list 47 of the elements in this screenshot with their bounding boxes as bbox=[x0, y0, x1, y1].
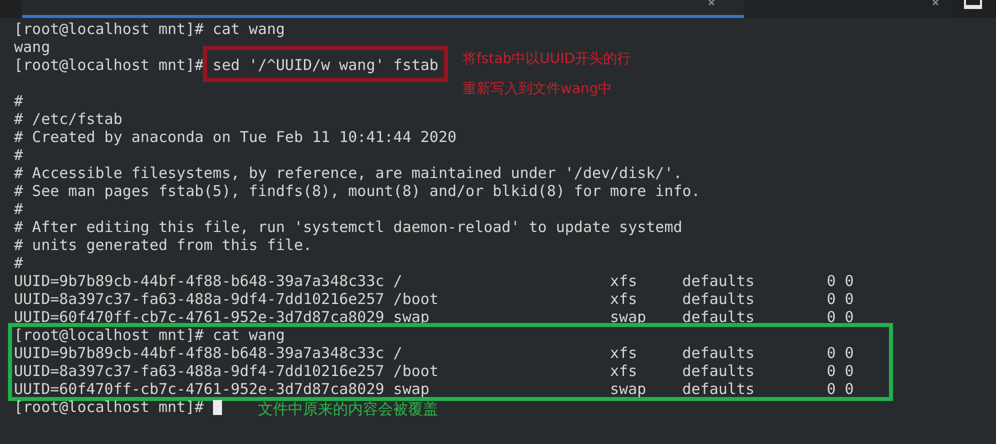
fstab-field: xfs bbox=[610, 290, 638, 308]
fstab-field: defaults bbox=[682, 362, 754, 380]
annotation-text: 重新写入到文件wang中 bbox=[462, 80, 614, 98]
fstab-field: UUID=60f470ff-cb7c-4761-952e-3d7d87ca8029 swap bbox=[14, 380, 430, 398]
fstab-field: swap bbox=[610, 380, 646, 398]
fstab-field: defaults bbox=[682, 380, 754, 398]
fstab-field: 0 0 bbox=[826, 308, 854, 326]
output-line: # bbox=[14, 146, 24, 164]
command-text: sed '/^UUID/w wang' fstab bbox=[212, 56, 438, 74]
fstab-field: UUID=9b7b89cb-44bf-4f88-b648-39a7a348c33c / bbox=[14, 272, 402, 290]
fstab-field: defaults bbox=[682, 272, 754, 290]
output-line: # bbox=[14, 200, 24, 218]
fstab-field: defaults bbox=[682, 290, 754, 308]
output-line: wang bbox=[14, 38, 50, 56]
fstab-field: UUID=8a397c37-fa63-488a-9df4-7dd10216e257 /boot bbox=[14, 362, 438, 380]
annotation-text: 将fstab中以UUID开头的行 bbox=[462, 50, 632, 68]
output-line: # units generated from this file. bbox=[14, 236, 312, 254]
fstab-field: UUID=8a397c37-fa63-488a-9df4-7dd10216e257 /boot bbox=[14, 290, 438, 308]
fstab-field: 0 0 bbox=[826, 272, 854, 290]
fstab-field: swap bbox=[610, 308, 646, 326]
output-line: # See man pages fstab(5), findfs(8), mount(8) and/or blkid(8) for more info. bbox=[14, 182, 700, 200]
fstab-field: 0 0 bbox=[826, 290, 854, 308]
shell-prompt: [root@localhost mnt]# bbox=[14, 398, 204, 416]
shell-prompt: [root@localhost mnt]# bbox=[14, 326, 204, 344]
fstab-field: 0 0 bbox=[826, 362, 854, 380]
window-icon[interactable] bbox=[962, 0, 984, 10]
shell-prompt: [root@localhost mnt]# bbox=[14, 20, 204, 38]
fstab-field: xfs bbox=[610, 344, 638, 362]
shell-prompt: [root@localhost mnt]# bbox=[14, 56, 204, 74]
output-line: # After editing this file, run 'systemctl daemon-reload' to update systemd bbox=[14, 218, 682, 236]
command-text: cat wang bbox=[212, 326, 285, 344]
fstab-field: xfs bbox=[610, 362, 638, 380]
fstab-field: UUID=9b7b89cb-44bf-4f88-b648-39a7a348c33c / bbox=[14, 344, 402, 362]
output-line: # bbox=[14, 254, 24, 272]
annotation-text: 文件中原来的内容会被覆盖 bbox=[258, 400, 438, 418]
fstab-field: UUID=60f470ff-cb7c-4761-952e-3d7d87ca8029 swap bbox=[14, 308, 430, 326]
fstab-field: defaults bbox=[682, 308, 754, 326]
output-line: # /etc/fstab bbox=[14, 110, 122, 128]
fstab-field: defaults bbox=[682, 344, 754, 362]
output-line: # Accessible filesystems, by reference, are maintained under '/dev/disk/'. bbox=[14, 164, 682, 182]
fstab-field: 0 0 bbox=[826, 380, 854, 398]
fstab-field: 0 0 bbox=[826, 344, 854, 362]
output-line: # Created by anaconda on Tue Feb 11 10:41:44 2020 bbox=[14, 128, 457, 146]
fstab-field: xfs bbox=[610, 272, 638, 290]
output-line: # bbox=[14, 92, 24, 110]
terminal-tab[interactable] bbox=[22, 0, 744, 18]
command-text: cat wang bbox=[212, 20, 285, 38]
